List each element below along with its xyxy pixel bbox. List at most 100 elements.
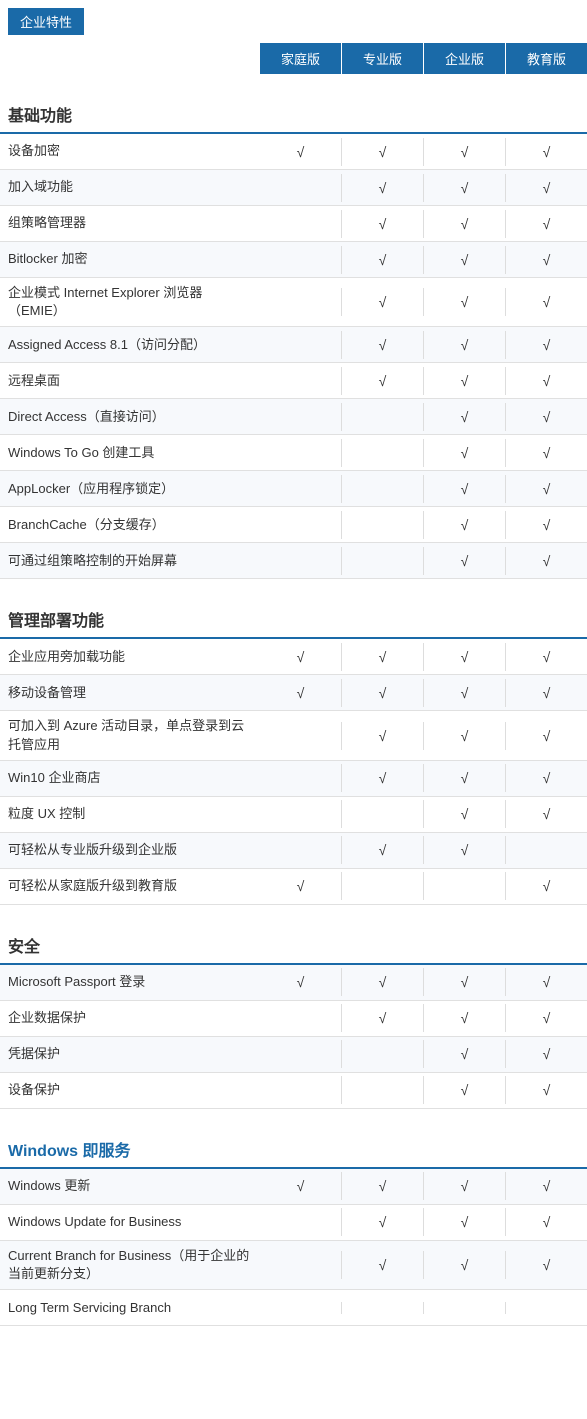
check-cell-windows-service-1-pro: √: [341, 1208, 423, 1236]
feature-row-windows-service-3: Long Term Servicing Branch: [0, 1290, 587, 1326]
feature-name-management-6: 可轻松从家庭版升级到教育版: [0, 871, 260, 901]
check-cols-basic-9: √√: [260, 475, 587, 503]
check-cols-security-0: √√√√: [260, 968, 587, 996]
section-header-management: 管理部署功能: [0, 595, 587, 639]
check-cell-windows-service-2-enterprise: √: [423, 1251, 505, 1279]
check-cell-basic-2-education: √: [505, 210, 587, 238]
check-cell-basic-1-pro: √: [341, 174, 423, 202]
check-cell-basic-9-enterprise: √: [423, 475, 505, 503]
feature-row-security-3: 设备保护√√: [0, 1073, 587, 1109]
check-cell-management-4-pro: [341, 800, 423, 828]
check-cell-windows-service-0-education: √: [505, 1172, 587, 1200]
check-cell-basic-4-home: [260, 288, 341, 316]
check-cell-windows-service-3-home: [260, 1302, 341, 1314]
check-cell-management-3-pro: √: [341, 764, 423, 792]
check-cell-basic-1-home: [260, 174, 341, 202]
check-cell-management-2-education: √: [505, 722, 587, 750]
check-cell-security-2-home: [260, 1040, 341, 1068]
check-cell-security-3-home: [260, 1076, 341, 1104]
check-cols-windows-service-3: [260, 1302, 587, 1314]
feature-name-management-3: Win10 企业商店: [0, 763, 260, 793]
feature-row-basic-8: Windows To Go 创建工具√√: [0, 435, 587, 471]
check-cell-windows-service-3-pro: [341, 1302, 423, 1314]
check-cell-management-4-enterprise: √: [423, 800, 505, 828]
check-cell-basic-5-enterprise: √: [423, 331, 505, 359]
check-cell-security-0-enterprise: √: [423, 968, 505, 996]
check-cell-basic-5-pro: √: [341, 331, 423, 359]
check-cols-security-1: √√√: [260, 1004, 587, 1032]
feature-name-basic-0: 设备加密: [0, 136, 260, 166]
check-cell-security-2-pro: [341, 1040, 423, 1068]
check-cell-security-3-education: √: [505, 1076, 587, 1104]
feature-row-management-5: 可轻松从专业版升级到企业版√√: [0, 833, 587, 869]
check-cell-basic-8-home: [260, 439, 341, 467]
check-cell-basic-10-home: [260, 511, 341, 539]
check-cell-basic-3-pro: √: [341, 246, 423, 274]
check-cell-basic-10-education: √: [505, 511, 587, 539]
check-cell-windows-service-0-enterprise: √: [423, 1172, 505, 1200]
check-cell-management-1-education: √: [505, 679, 587, 707]
check-cell-basic-3-education: √: [505, 246, 587, 274]
check-cell-basic-7-education: √: [505, 403, 587, 431]
check-cell-management-6-home: √: [260, 872, 341, 900]
section-spacer-basic: [0, 74, 587, 90]
check-cell-basic-6-home: [260, 367, 341, 395]
feature-row-security-0: Microsoft Passport 登录√√√√: [0, 965, 587, 1001]
check-cell-management-1-enterprise: √: [423, 679, 505, 707]
check-cell-security-0-education: √: [505, 968, 587, 996]
check-cols-windows-service-0: √√√√: [260, 1172, 587, 1200]
feature-name-basic-6: 远程桌面: [0, 366, 260, 396]
feature-row-windows-service-1: Windows Update for Business√√√: [0, 1205, 587, 1241]
feature-name-management-4: 粒度 UX 控制: [0, 799, 260, 829]
feature-row-basic-7: Direct Access（直接访问）√√: [0, 399, 587, 435]
check-cell-windows-service-2-pro: √: [341, 1251, 423, 1279]
check-cols-basic-1: √√√: [260, 174, 587, 202]
feature-name-basic-2: 组策略管理器: [0, 208, 260, 238]
check-cell-management-1-home: √: [260, 679, 341, 707]
feature-row-security-1: 企业数据保护√√√: [0, 1001, 587, 1037]
check-cell-windows-service-3-education: [505, 1302, 587, 1314]
feature-row-management-4: 粒度 UX 控制√√: [0, 797, 587, 833]
check-cols-basic-2: √√√: [260, 210, 587, 238]
feature-name-basic-3: Bitlocker 加密: [0, 244, 260, 274]
check-cols-basic-7: √√: [260, 403, 587, 431]
feature-name-basic-11: 可通过组策略控制的开始屏幕: [0, 546, 260, 576]
section-header-security: 安全: [0, 921, 587, 965]
check-cols-management-2: √√√: [260, 722, 587, 750]
check-cell-basic-7-pro: [341, 403, 423, 431]
check-cell-windows-service-1-education: √: [505, 1208, 587, 1236]
check-cell-security-1-education: √: [505, 1004, 587, 1032]
feature-name-basic-10: BranchCache（分支缓存）: [0, 510, 260, 540]
feature-name-security-2: 凭据保护: [0, 1039, 260, 1069]
check-cols-windows-service-1: √√√: [260, 1208, 587, 1236]
check-cell-management-5-enterprise: √: [423, 836, 505, 864]
check-cols-basic-6: √√√: [260, 367, 587, 395]
section-spacer-management: [0, 579, 587, 595]
check-cell-management-5-home: [260, 836, 341, 864]
pro-col-header: 专业版: [342, 43, 424, 74]
check-cell-basic-2-enterprise: √: [423, 210, 505, 238]
feature-name-security-1: 企业数据保护: [0, 1003, 260, 1033]
check-cols-basic-10: √√: [260, 511, 587, 539]
feature-name-windows-service-0: Windows 更新: [0, 1171, 260, 1201]
check-cols-management-4: √√: [260, 800, 587, 828]
check-cell-basic-6-education: √: [505, 367, 587, 395]
check-cell-basic-11-pro: [341, 547, 423, 575]
check-cols-basic-11: √√: [260, 547, 587, 575]
column-header-row: 家庭版 专业版 企业版 教育版: [0, 43, 587, 74]
check-cell-management-6-enterprise: [423, 872, 505, 900]
feature-col-header: [0, 43, 260, 74]
check-cell-security-3-pro: [341, 1076, 423, 1104]
check-cols-management-1: √√√√: [260, 679, 587, 707]
feature-name-security-0: Microsoft Passport 登录: [0, 967, 260, 997]
feature-name-basic-5: Assigned Access 8.1（访问分配）: [0, 330, 260, 360]
check-cell-windows-service-1-home: [260, 1208, 341, 1236]
feature-row-management-3: Win10 企业商店√√√: [0, 761, 587, 797]
check-cell-management-2-home: [260, 722, 341, 750]
check-cell-management-1-pro: √: [341, 679, 423, 707]
check-cell-basic-9-home: [260, 475, 341, 503]
check-cell-basic-11-education: √: [505, 547, 587, 575]
check-cell-management-2-pro: √: [341, 722, 423, 750]
check-cell-basic-9-education: √: [505, 475, 587, 503]
check-cell-security-0-pro: √: [341, 968, 423, 996]
